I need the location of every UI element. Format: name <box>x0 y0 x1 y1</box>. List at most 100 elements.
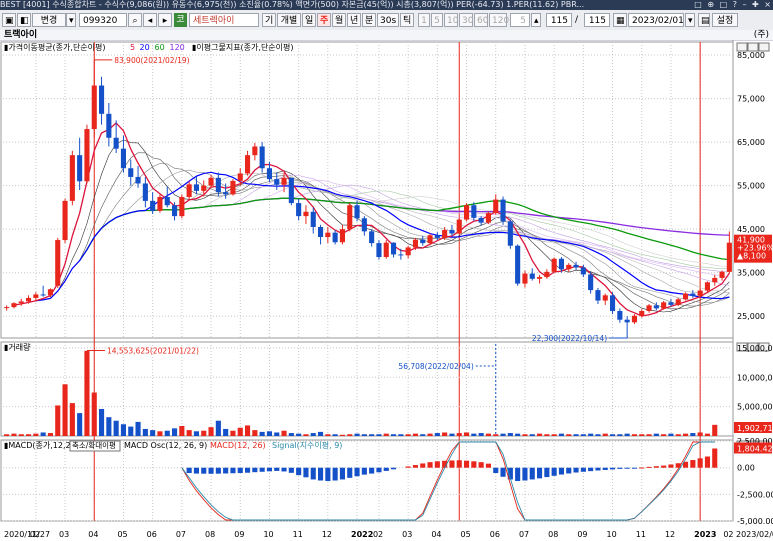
macd-osc-bar <box>230 467 236 474</box>
btn-period-10[interactable]: 10 <box>444 13 458 27</box>
candle-body <box>536 277 543 279</box>
btn-period-120[interactable]: 120 <box>489 13 509 27</box>
window-button-3[interactable]: □ <box>720 0 728 10</box>
volume-bar <box>456 433 462 436</box>
macd-panel <box>0 439 734 522</box>
layout-icon[interactable]: ◧ <box>17 13 31 27</box>
btn-day[interactable]: 일 <box>302 13 316 27</box>
search-icon[interactable]: ⌕ <box>128 13 142 27</box>
candle-body <box>186 184 192 197</box>
volume-bar <box>390 434 397 436</box>
macd-osc-bar <box>515 467 521 482</box>
x-axis-label: 11 <box>293 530 303 539</box>
candle-body <box>266 168 273 180</box>
candle-body <box>456 219 462 234</box>
candle-body <box>150 200 156 211</box>
candle-body <box>296 203 302 217</box>
macd-osc-bar <box>544 467 550 478</box>
volume-bar <box>690 433 696 436</box>
volume-bar <box>383 433 389 436</box>
current-change-label: ▲8,100 <box>737 252 766 261</box>
btn-week[interactable]: 주 <box>317 13 331 27</box>
volume-bar <box>558 433 565 436</box>
volume-bar <box>682 433 689 436</box>
settings-button[interactable]: 설정 <box>712 13 738 27</box>
macd-osc-bar <box>573 467 579 473</box>
btn-tick[interactable]: 틱 <box>400 13 414 27</box>
btn-gi[interactable]: 기 <box>262 13 276 27</box>
btn-period-60[interactable]: 60 <box>474 13 488 27</box>
x-axis-label: 2023/02/01 <box>736 530 773 539</box>
candle-body <box>11 303 17 308</box>
calendar-icon[interactable]: ▦ <box>613 13 627 27</box>
candle-body <box>558 258 565 270</box>
macd-osc-bar <box>566 467 572 474</box>
x-axis-label: 12 <box>665 530 675 539</box>
x-axis-label: 03 <box>402 530 412 539</box>
volume-bar <box>536 433 543 436</box>
volume-bar <box>434 433 440 436</box>
btn-individual[interactable]: 개별 <box>277 13 301 27</box>
candle-body <box>47 289 54 296</box>
date-dropdown-icon[interactable]: ▾ <box>685 13 695 27</box>
candle-body <box>113 137 119 149</box>
btn-period-30[interactable]: 30 <box>459 13 473 27</box>
volume-bar <box>631 434 638 436</box>
save-icon[interactable]: ▤ <box>698 13 710 27</box>
volume-bar <box>11 433 17 436</box>
window-button-1[interactable]: □ <box>694 0 702 10</box>
macd-osc-bar <box>274 467 280 471</box>
volume-bar <box>617 434 623 436</box>
volume-bar <box>580 434 586 436</box>
btn-year[interactable]: 년 <box>347 13 361 27</box>
maximize-button[interactable]: ✚ <box>752 0 759 10</box>
count-input[interactable]: 115 <box>546 13 572 27</box>
btn-30s[interactable]: 30s <box>377 13 399 27</box>
candle-body <box>485 213 492 223</box>
x-axis-label: 12 <box>322 530 332 539</box>
macd-osc-bar <box>646 466 652 468</box>
candle-body <box>201 185 207 191</box>
view-select[interactable]: 변경 <box>32 13 66 27</box>
macd-axis-label: -5,000.00 <box>737 517 773 526</box>
stock-code-input[interactable]: 099320 <box>79 13 127 27</box>
candle-body <box>434 235 440 238</box>
volume-bar <box>588 433 594 436</box>
volume-bar <box>223 428 229 436</box>
volume-bar <box>244 425 251 436</box>
price-legend: ▮가격이동평균(종가,단순이평) <box>4 42 106 52</box>
window-titlebar: BEST [4001] 수식종합차트 - 수식수(9,086(원)) 유동수(6… <box>0 0 773 10</box>
x-axis-label: 2023 <box>694 530 716 539</box>
view-dropdown-icon[interactable]: ▾ <box>66 13 76 27</box>
candle-body <box>135 176 141 184</box>
candle-body <box>193 184 200 191</box>
close-button[interactable]: × <box>764 0 771 10</box>
volume-bar <box>551 434 557 436</box>
macd-osc-bar <box>208 467 214 474</box>
candle-body <box>157 196 163 211</box>
volume-bar <box>84 350 90 436</box>
stock-name-field[interactable]: 세트렉아이 <box>189 13 259 27</box>
next-stock-icon[interactable]: ▸ <box>158 13 172 27</box>
btn-minute[interactable]: 분 <box>362 13 376 27</box>
window-button-2[interactable]: ⊕ <box>707 0 714 10</box>
minimize-button[interactable]: – <box>743 0 747 10</box>
interval-spinner-icon[interactable]: ▴ <box>531 13 541 27</box>
candle-body <box>4 307 10 309</box>
candle-body <box>40 294 46 296</box>
macd-osc-bar <box>485 463 492 468</box>
date-input[interactable]: 2023/02/01 <box>628 13 684 27</box>
candle-body <box>354 205 360 219</box>
btn-period-1[interactable]: 1 <box>418 13 430 27</box>
btn-month[interactable]: 월 <box>332 13 346 27</box>
screen-icon[interactable]: ▣ <box>2 13 16 27</box>
macd-osc-bar <box>631 467 638 469</box>
help-button[interactable]: ? <box>733 0 737 10</box>
stock-chart[interactable]: 85,000 75,000 65,000 55,000 45,000 35,000 25,0… <box>0 40 773 541</box>
volume-bar <box>420 434 426 436</box>
volume-bar <box>354 433 360 436</box>
interval-input[interactable]: 5 <box>510 13 530 27</box>
btn-period-5[interactable]: 5 <box>431 13 443 27</box>
volume-bar <box>478 433 484 436</box>
prev-stock-icon[interactable]: ◂ <box>143 13 157 27</box>
